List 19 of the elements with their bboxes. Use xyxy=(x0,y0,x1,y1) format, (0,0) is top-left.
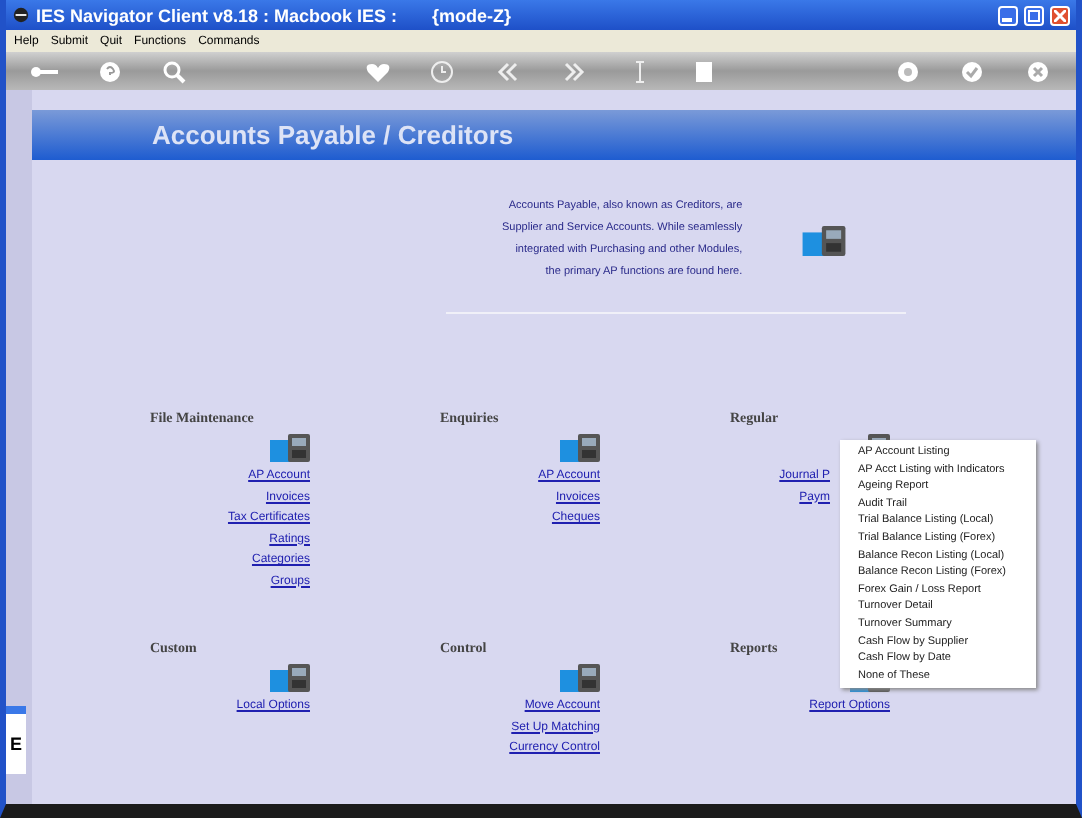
close-button[interactable] xyxy=(1050,5,1070,25)
app-icon xyxy=(12,6,30,24)
forward-icon[interactable] xyxy=(559,59,588,83)
close-icon[interactable] xyxy=(1023,59,1052,83)
minimize-button[interactable] xyxy=(998,5,1018,25)
side-panel[interactable]: E xyxy=(6,706,26,774)
heart-icon[interactable] xyxy=(363,59,392,83)
window-title: IES Navigator Client v8.18 : Macbook IES : {mode-Z} xyxy=(36,5,512,25)
maximize-button[interactable] xyxy=(1024,5,1044,25)
lifebuoy-icon[interactable] xyxy=(893,59,922,83)
page-title: Accounts Payable / Creditors xyxy=(152,120,514,150)
close-icon xyxy=(1054,9,1066,21)
clock-icon[interactable] xyxy=(428,59,457,83)
maximize-icon xyxy=(1028,9,1040,21)
help-icon[interactable] xyxy=(95,59,124,83)
check-icon[interactable] xyxy=(958,59,987,83)
rewind-icon[interactable] xyxy=(494,59,523,83)
side-panel-label: E xyxy=(9,734,22,754)
search-icon[interactable] xyxy=(160,59,189,83)
